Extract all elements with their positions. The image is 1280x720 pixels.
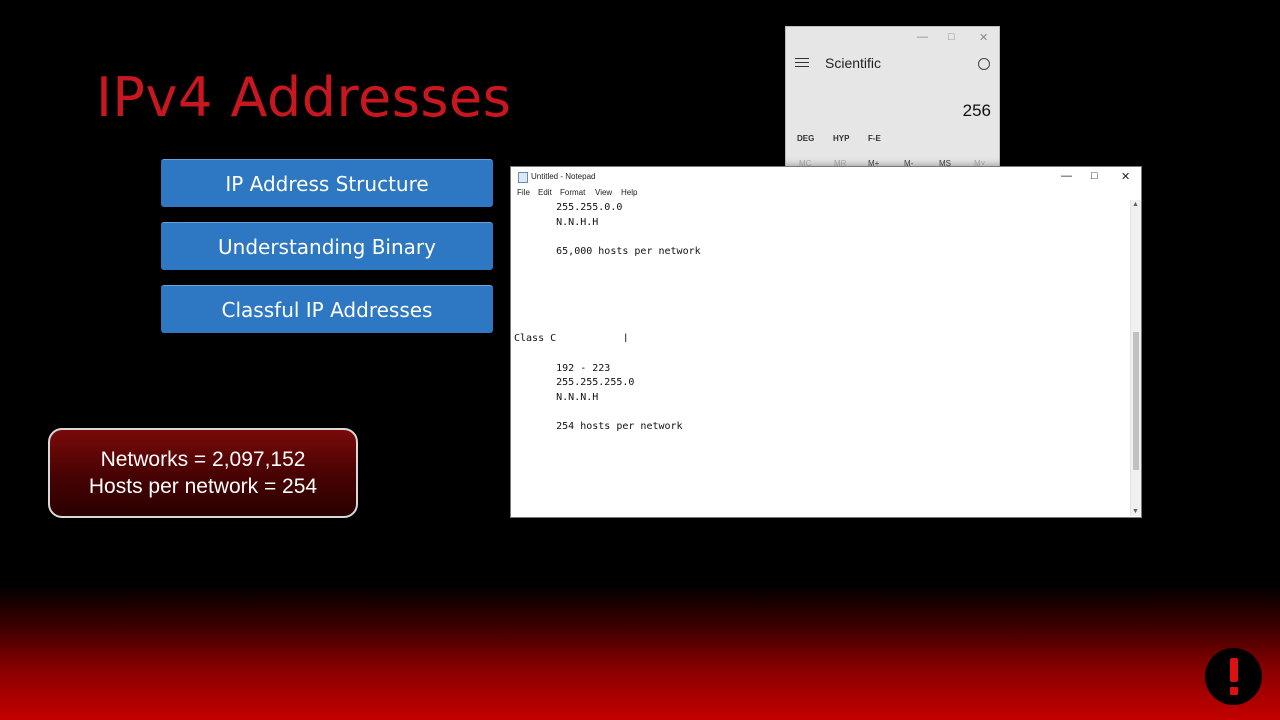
close-icon[interactable]: ✕ [1121,170,1130,183]
notepad-line: Class C [514,333,557,345]
scroll-up-icon[interactable]: ▲ [1132,201,1139,208]
calculator-mode: Scientific [825,55,882,71]
slide-title: IPv4 Addresses [96,66,512,129]
close-icon[interactable]: ✕ [979,31,988,44]
fe-button[interactable]: F-E [868,134,881,143]
notepad-text-area[interactable]: 255.255.0.0 N.N.H.H 65,000 hosts per net… [514,201,1130,515]
menu-view[interactable]: View [595,188,612,197]
topic-ip-address-structure[interactable]: IP Address Structure [161,159,493,207]
brand-logo-icon [1205,648,1262,705]
notepad-window: Untitled - Notepad — □ ✕ File Edit Forma… [510,166,1142,518]
minimize-icon[interactable]: — [1061,170,1072,182]
topic-classful-ip-addresses[interactable]: Classful IP Addresses [161,285,493,333]
menu-help[interactable]: Help [621,188,637,197]
calculator-window: — □ ✕ Scientific 256 DEG HYP F-E MC MR M… [785,26,1000,178]
menu-edit[interactable]: Edit [538,188,552,197]
notepad-menubar: File Edit Format View Help [511,187,1141,200]
scroll-down-icon[interactable]: ▼ [1132,508,1139,515]
hosts-per-network: Hosts per network = 254 [88,475,318,498]
calculator-display: 256 [962,101,991,120]
minimize-icon[interactable]: — [917,31,928,43]
maximize-icon[interactable]: □ [1091,170,1098,182]
notepad-line: 65,000 hosts per network [514,245,701,257]
deg-button[interactable]: DEG [797,134,814,143]
notepad-line: 255.255.255.0 [514,377,635,389]
notepad-title: Untitled - Notepad [531,172,596,181]
vertical-scrollbar[interactable]: ▲ ▼ [1130,200,1141,516]
notepad-icon [518,172,528,183]
notepad-line: 192 - 223 [514,362,611,374]
menu-format[interactable]: Format [560,188,585,197]
topic-understanding-binary[interactable]: Understanding Binary [161,222,493,270]
text-cursor-icon: I [624,331,628,345]
networks-count: Networks = 2,097,152 [100,448,306,471]
hamburger-menu-icon[interactable] [795,55,809,70]
maximize-icon[interactable]: □ [948,31,955,43]
notepad-line: 255.255.0.0 [514,202,623,213]
notepad-line: N.N.H.H [514,216,599,228]
notepad-line: 254 hosts per network [514,421,683,432]
scrollbar-thumb[interactable] [1133,332,1139,470]
menu-file[interactable]: File [517,188,530,197]
hyp-button[interactable]: HYP [833,134,849,143]
info-box: Networks = 2,097,152 Hosts per network =… [48,428,358,518]
history-icon[interactable] [978,58,990,70]
notepad-title-bar[interactable]: Untitled - Notepad — □ ✕ [511,167,1141,187]
notepad-line: N.N.N.H [514,391,599,403]
